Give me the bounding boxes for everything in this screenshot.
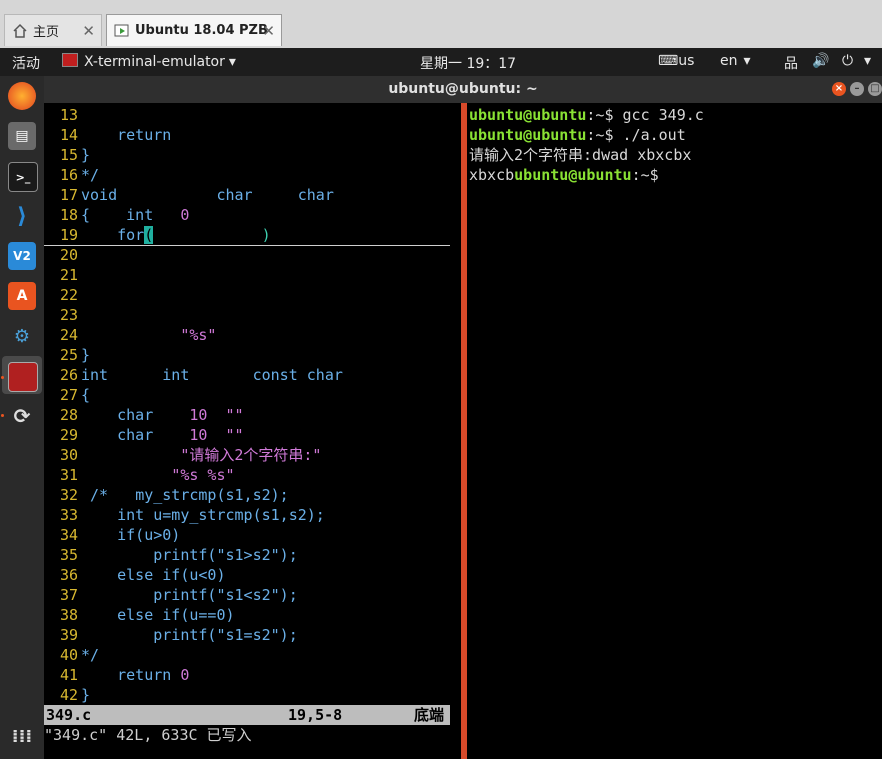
vim-pane[interactable]: 13 } 14 return *s1-*s2; 15} 16 */ 17 void … <box>44 103 461 759</box>
terminal-line: ubuntu@ubuntu:~$ gcc 349.c <box>469 106 704 124</box>
code-line: 30 printf("请输入2个字符串:"); <box>59 446 340 464</box>
terminal-icon[interactable]: >_ <box>8 162 38 192</box>
code-line: 34 if(u>0) <box>59 526 181 544</box>
terminal-output: 请输入2个字符串:dwad xbxcbx <box>469 146 692 164</box>
maximize-button[interactable]: □ <box>868 82 882 96</box>
chevron-down-icon: ▾ <box>743 53 751 69</box>
vim-message-line: "349.c" 42L, 633C 已写入 <box>44 726 252 744</box>
status-position: 19,5-8 <box>288 706 343 724</box>
tab-vm[interactable]: Ubuntu 18.04 PZB ✕ <box>106 14 282 46</box>
tab-vm-label: Ubuntu 18.04 PZB <box>135 23 268 38</box>
code-line: 29 char s2[10]=""; <box>59 426 253 444</box>
code-line: 35 printf("s1>s2"); <box>59 546 298 564</box>
current-code-line: 19 for(;*(s1+i);i++) <box>44 225 450 246</box>
terminal-line: ubuntu@ubuntu:~$ ./a.out <box>469 126 686 144</box>
network-icon[interactable]: 品 <box>784 53 798 73</box>
home-icon <box>12 23 28 39</box>
code-line: 42} <box>59 686 91 704</box>
vscode-icon[interactable]: ⟩ <box>8 202 36 230</box>
code-line: 28 char s1[10]=""; <box>59 406 253 424</box>
status-scroll: 底端 <box>414 706 445 724</box>
clock[interactable]: 星期一 19：17 <box>420 53 516 73</box>
code-line: 33 int u=my_strcmp(s1,s2); <box>59 506 325 524</box>
window-titlebar: ubuntu@ubuntu: ~ × – □ <box>44 76 882 103</box>
vim-status-line: 349.c 19,5-8 底端 <box>44 705 450 725</box>
vm-tab-bar: 主页 ✕ Ubuntu 18.04 PZB ✕ <box>0 0 882 48</box>
keyboard-icon: ⌨ <box>658 53 679 69</box>
chevron-down-icon: ▾ <box>228 54 236 70</box>
code-line: 31 scanf("%s %s",s1,s2); <box>59 466 307 484</box>
update-icon[interactable]: ⟳ <box>8 402 36 430</box>
code-line: 18{ int i=0; <box>59 206 199 224</box>
code-line: 39 printf("s1=s2"); <box>59 626 298 644</box>
tab-home-label: 主页 <box>33 25 60 40</box>
code-line: 20 { <box>59 246 127 264</box>
firefox-icon[interactable] <box>8 82 36 110</box>
launcher-dock: ▤ >_ ⟩ V2 A ⚙ ⟳ ⁞⁞⁞ <box>0 76 44 759</box>
x-terminal-icon[interactable] <box>8 362 38 392</box>
activities-button[interactable]: 活动 <box>12 53 40 73</box>
code-line: 23 *(s1+i)=*(s2+i); <box>59 306 262 324</box>
chevron-down-icon[interactable]: ▾ <box>864 53 871 69</box>
status-filename: 349.c <box>46 706 92 724</box>
shell-pane[interactable]: ubuntu@ubuntu:~$ gcc 349.c ubuntu@ubuntu… <box>467 103 882 759</box>
volume-icon[interactable]: 🔊 <box>812 53 829 69</box>
code-line: 41 return 0; <box>59 666 199 684</box>
top-panel: 活动 X-terminal-emulator ▾ 星期一 19：17 ⌨us en… <box>0 48 882 76</box>
close-icon[interactable]: ✕ <box>82 22 95 40</box>
close-window-button[interactable]: × <box>832 82 846 96</box>
language-indicator[interactable]: en ▾ <box>720 53 751 69</box>
close-icon[interactable]: ✕ <box>262 22 275 40</box>
code-line: 27{ <box>59 386 91 404</box>
code-line: 38 else if(u==0) <box>59 606 235 624</box>
vim-editor-icon[interactable]: V2 <box>8 242 36 270</box>
tab-home[interactable]: 主页 ✕ <box>4 14 102 46</box>
terminal-app-icon <box>62 53 78 67</box>
code-line: 32 /* my_strcmp(s1,s2); <box>59 486 289 504</box>
app-menu[interactable]: X-terminal-emulator ▾ <box>62 53 236 70</box>
code-line: 24 printf("%s",s1); <box>59 326 262 344</box>
code-line: 36 else if(u<0) <box>59 566 226 584</box>
vm-icon <box>114 23 130 39</box>
code-line: 37 printf("s1<s2"); <box>59 586 298 604</box>
code-line: 40 */ my_strcpy(s1,s2); <box>59 646 271 664</box>
file-manager-icon[interactable]: ▤ <box>8 122 36 150</box>
code-line: 16 */ <box>59 166 100 184</box>
terminal-line: xbxcbubuntu@ubuntu:~$ <box>469 166 659 184</box>
keyboard-indicator[interactable]: ⌨us <box>658 53 694 69</box>
code-line: 21 *(s1+i)=*(s2+i); <box>59 266 298 284</box>
running-indicator <box>1 414 4 417</box>
code-line: 15} <box>59 146 91 164</box>
code-line: 17 void my_strcpy(char *s1,char *s2) <box>59 186 380 204</box>
running-indicator <box>1 376 4 379</box>
minimize-button[interactable]: – <box>850 82 864 96</box>
code-line: 22 } <box>59 286 127 304</box>
window-title: ubuntu@ubuntu: ~ <box>388 81 538 97</box>
code-line: 25} <box>59 346 91 364</box>
code-line: 26 int main(int argc, const char *argv[]) <box>59 366 425 384</box>
code-line: 14 return *s1-*s2; <box>59 126 253 144</box>
python-icon[interactable]: ⚙ <box>8 322 36 350</box>
code-line: 13 } <box>59 106 127 124</box>
software-center-icon[interactable]: A <box>8 282 36 310</box>
power-icon[interactable]: ⏻ <box>842 53 853 69</box>
show-apps-icon[interactable]: ⁞⁞⁞ <box>8 722 36 750</box>
